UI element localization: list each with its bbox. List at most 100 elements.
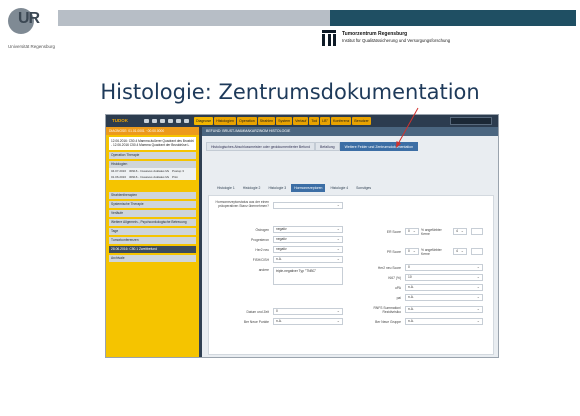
pr-percent-label: % angefärbter Kerne <box>421 248 442 256</box>
sub-tab[interactable]: Histologie 2 <box>240 184 264 192</box>
neue-punkte-select[interactable]: n.A. <box>273 318 343 325</box>
sidebar-section-histologien[interactable]: Histologien <box>109 160 196 168</box>
fish-select[interactable]: n.A. <box>273 256 343 263</box>
fish-label: FISH/CISH <box>252 258 269 262</box>
ki67-input[interactable]: 10 <box>405 274 483 281</box>
tumorzentrum-title: Tumorzentrum Regensburg <box>342 31 408 37</box>
histology-date: 04.07.2016 <box>111 168 127 173</box>
main-tab[interactable]: Weitere Felder und Zentrumsdokumentation <box>339 142 419 151</box>
sidebar-section-tage[interactable]: Tage <box>109 227 196 235</box>
sidebar-section-strahlen[interactable]: Strahlentherapien <box>109 191 196 199</box>
sidebar-second-diagnosis[interactable]: 28.06.2016: C50.1 Zweitbefund <box>109 245 196 253</box>
sidebar-archive[interactable]: Archivale <box>109 254 196 262</box>
sidebar-section-verlaeufe[interactable]: Verläufe <box>109 209 196 217</box>
main-tabs: Histologisches Abschlussmeister oder ged… <box>206 142 419 151</box>
rnfs-label: RNFS Summation/ Rezidivrisiko <box>373 306 401 314</box>
her2-label: Her2 neu <box>255 248 269 252</box>
progesteron-label: Progesteron <box>251 238 269 242</box>
sub-tab[interactable]: Histologie 1 <box>214 184 238 192</box>
search-icon[interactable] <box>184 119 189 123</box>
hormone-receptor-form: Hormonrezeptorstatus aus der einen präop… <box>208 195 494 355</box>
sidebar-section-konferenzen[interactable]: Tumorkonferenzen <box>109 236 196 244</box>
tumorzentrum-subtitle: Institut für Qualitätssicherung und Vers… <box>342 38 451 43</box>
sub-tab[interactable]: Histologie 4 <box>327 184 351 192</box>
pr-percent-select[interactable]: 4 <box>453 248 467 255</box>
list-icon[interactable] <box>152 119 157 123</box>
neue-punkte-label: Ber Neue Punkte <box>243 320 269 324</box>
histology-tag: Prim <box>172 174 179 179</box>
er-percent-label: % angefärbter Kerne <box>421 228 442 236</box>
sub-tab[interactable]: Hormonrezeptoren <box>291 184 326 192</box>
app-main-menu: Diagnose Histologien Operation Strahlen Syst… <box>194 117 371 125</box>
menu-item[interactable]: Benutzer <box>352 117 371 125</box>
er-percent-select[interactable]: 4 <box>453 228 467 235</box>
home-icon[interactable] <box>144 119 149 123</box>
sidebar-header: DIAGNOSE: 01.01.0001 · 00.00.0000 <box>106 127 199 135</box>
sub-tabs: Histologie 1 Histologie 2 Histologie 3 Horm… <box>214 184 374 192</box>
header-bar-teal <box>330 10 576 26</box>
menu-item[interactable]: System <box>276 117 293 125</box>
sub-tab[interactable]: Histologie 3 <box>265 184 289 192</box>
university-name: Universität Regensburg <box>8 44 56 49</box>
pai-label: pai <box>396 296 401 300</box>
pr-score-select[interactable]: 0 <box>405 248 419 255</box>
rnfs-select[interactable]: n.A. <box>405 306 483 313</box>
pai-select[interactable]: n.A. <box>405 294 483 301</box>
datum-label: Datum und Zeit <box>246 310 269 314</box>
menu-item[interactable]: Verlauf <box>293 117 309 125</box>
er-score-select[interactable]: 0 <box>405 228 419 235</box>
andere-textarea[interactable]: triple-negativer Typ "TNBC" <box>273 267 343 285</box>
hr-transfer-select[interactable] <box>273 202 343 209</box>
neue-gruppe-select[interactable]: n.A. <box>405 318 483 325</box>
university-logo-letters: UR <box>18 10 40 27</box>
menu-item[interactable]: Tod <box>309 117 320 125</box>
sub-tab[interactable]: Sonstiges <box>353 184 374 192</box>
her2-select[interactable]: negativ <box>273 246 343 253</box>
sidebar-section-betreuung[interactable]: Weitere Allgemein-, Psychoonkologische B… <box>109 218 196 226</box>
patient-sidebar: DIAGNOSE: 01.01.0001 · 00.00.0000 12.06.… <box>106 127 199 357</box>
menu-item[interactable]: LB° <box>320 117 330 125</box>
ki67-label: Ki67 (%) <box>388 276 401 280</box>
oestrogen-select[interactable]: negativ <box>273 226 343 233</box>
main-header: BEFUND: BRUST-/MAMMAKARZINOM HISTOLOGIE <box>202 127 498 136</box>
histology-date: 01.06.2016 <box>111 174 127 179</box>
export-icon[interactable] <box>176 119 181 123</box>
tumorzentrum-logo-icon <box>322 30 336 46</box>
main-tab[interactable]: Histologisches Abschlussmeister oder ged… <box>206 142 316 151</box>
menu-item[interactable]: Diagnose <box>194 117 214 125</box>
menu-item[interactable]: Operation <box>236 117 257 125</box>
er-info-field[interactable] <box>471 228 483 235</box>
main-content: BEFUND: BRUST-/MAMMAKARZINOM HISTOLOGIE … <box>202 127 498 357</box>
histology-tag: Postop 3 <box>172 168 184 173</box>
header-bar-grey <box>58 10 330 26</box>
slide: UR Universität Regensburg Tumorzentrum R… <box>0 0 580 416</box>
app-topbar: TUDOK Diagnose Histologien Operation Strahl… <box>106 115 498 127</box>
hr-transfer-label: Hormonrezeptorstatus aus der einen präop… <box>215 200 269 208</box>
save-icon[interactable] <box>168 119 173 123</box>
oestrogen-label: Östrogen <box>255 228 269 232</box>
pr-info-field[interactable] <box>471 248 483 255</box>
datum-select[interactable]: 0 <box>273 308 343 315</box>
upa-label: uPA <box>395 286 401 290</box>
her2-score-select[interactable]: 0 <box>405 264 483 271</box>
app-screenshot: TUDOK Diagnose Histologien Operation Strahl… <box>105 114 499 358</box>
er-score-label: ER Score <box>386 230 401 234</box>
sidebar-section-systemisch[interactable]: Systemische Therapie <box>109 200 196 208</box>
print-icon[interactable] <box>160 119 165 123</box>
menu-item[interactable]: Histologien <box>214 117 236 125</box>
her2-score-label: Her2 neu Score <box>377 266 401 270</box>
sidebar-section-operation[interactable]: Operation Therapie <box>109 151 196 159</box>
app-brand: TUDOK <box>112 118 128 123</box>
main-tab[interactable]: Befallung <box>315 142 340 151</box>
pr-score-label: PR Score <box>386 250 401 254</box>
neue-gruppe-label: Ber Neue Gruppe <box>375 320 401 324</box>
diagnosis-line: - 12.06.2016 C50.4 Mamma Quadrant der Br… <box>111 143 190 148</box>
menu-item[interactable]: Strahlen <box>257 117 276 125</box>
upa-select[interactable]: n.A. <box>405 284 483 291</box>
histology-text: 30916 - Invasives duktales Mammakarzinom <box>129 168 169 173</box>
patient-search-input[interactable] <box>450 117 492 125</box>
diagnosis-block[interactable]: 12.06.2016: C50.4 Mamma äußerer Quadrant… <box>109 137 196 150</box>
progesteron-select[interactable]: negativ <box>273 236 343 243</box>
slide-title: Histologie: Zentrumsdokumentation <box>100 80 480 104</box>
menu-item[interactable]: Konferenz <box>330 117 352 125</box>
